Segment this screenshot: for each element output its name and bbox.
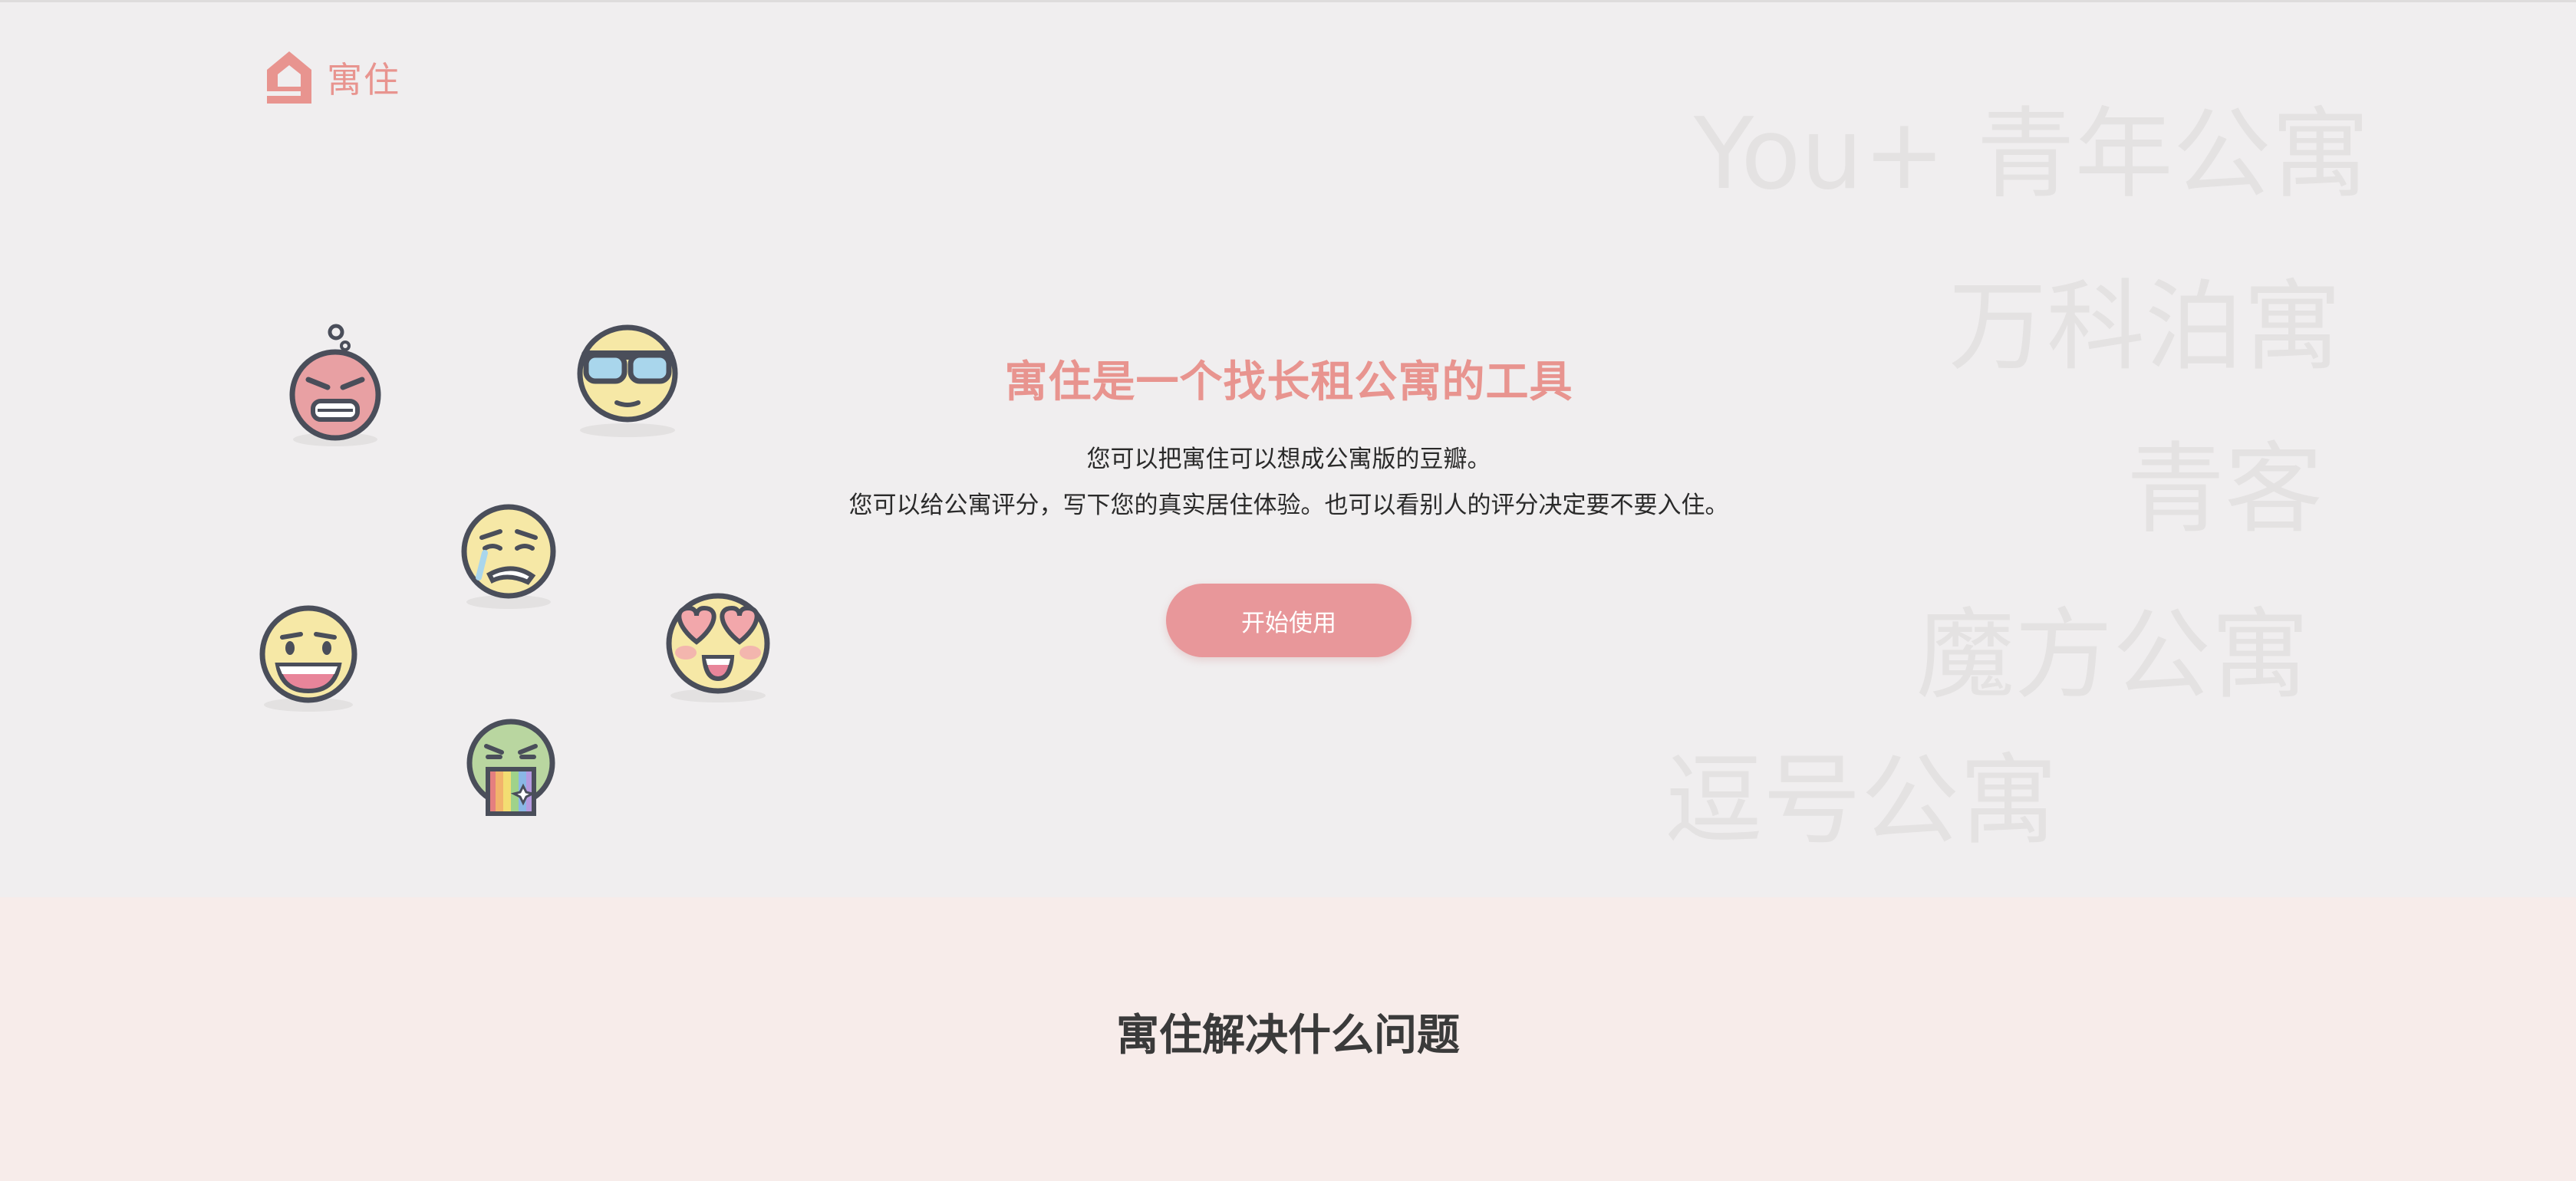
hero-description-line1: 您可以把寓住可以想成公寓版的豆瓣。 bbox=[1086, 446, 1491, 473]
sunglasses-face-icon bbox=[574, 323, 681, 438]
page: You+ 青年公寓 万科泊寓 青客 魔方公寓 逗号公寓 寓住 寓住是一个找长租公… bbox=[0, 0, 2576, 1181]
angry-face-icon bbox=[285, 324, 385, 447]
crying-face-icon bbox=[459, 502, 558, 610]
bg-name-vanke: 万科泊寓 bbox=[1948, 270, 2342, 384]
hero-title: 寓住是一个找长租公寓的工具 bbox=[1004, 357, 1573, 407]
problems-section: 寓住解决什么问题 bbox=[0, 897, 2576, 1181]
hero-content: 寓住是一个找长租公寓的工具 您可以把寓住可以想成公寓版的豆瓣。 您可以给公寓评分… bbox=[690, 2, 1887, 897]
hero-section: You+ 青年公寓 万科泊寓 青客 魔方公寓 逗号公寓 寓住 寓住是一个找长租公… bbox=[0, 2, 2576, 897]
section-title: 寓住解决什么问题 bbox=[1116, 1011, 1460, 1061]
hero-description-line2: 您可以给公寓评分，写下您的真实居住体验。也可以看别人的评分决定要不要入住。 bbox=[848, 492, 1729, 519]
laughing-face-icon bbox=[258, 605, 359, 712]
start-button[interactable]: 开始使用 bbox=[1166, 584, 1412, 657]
bg-name-mofang: 魔方公寓 bbox=[1916, 598, 2310, 712]
house-logo-icon bbox=[267, 51, 311, 104]
logo-text: 寓住 bbox=[327, 59, 400, 100]
logo[interactable]: 寓住 bbox=[262, 47, 400, 108]
bg-name-qingke: 青客 bbox=[2126, 433, 2324, 547]
vomiting-rainbow-face-icon bbox=[465, 716, 557, 823]
